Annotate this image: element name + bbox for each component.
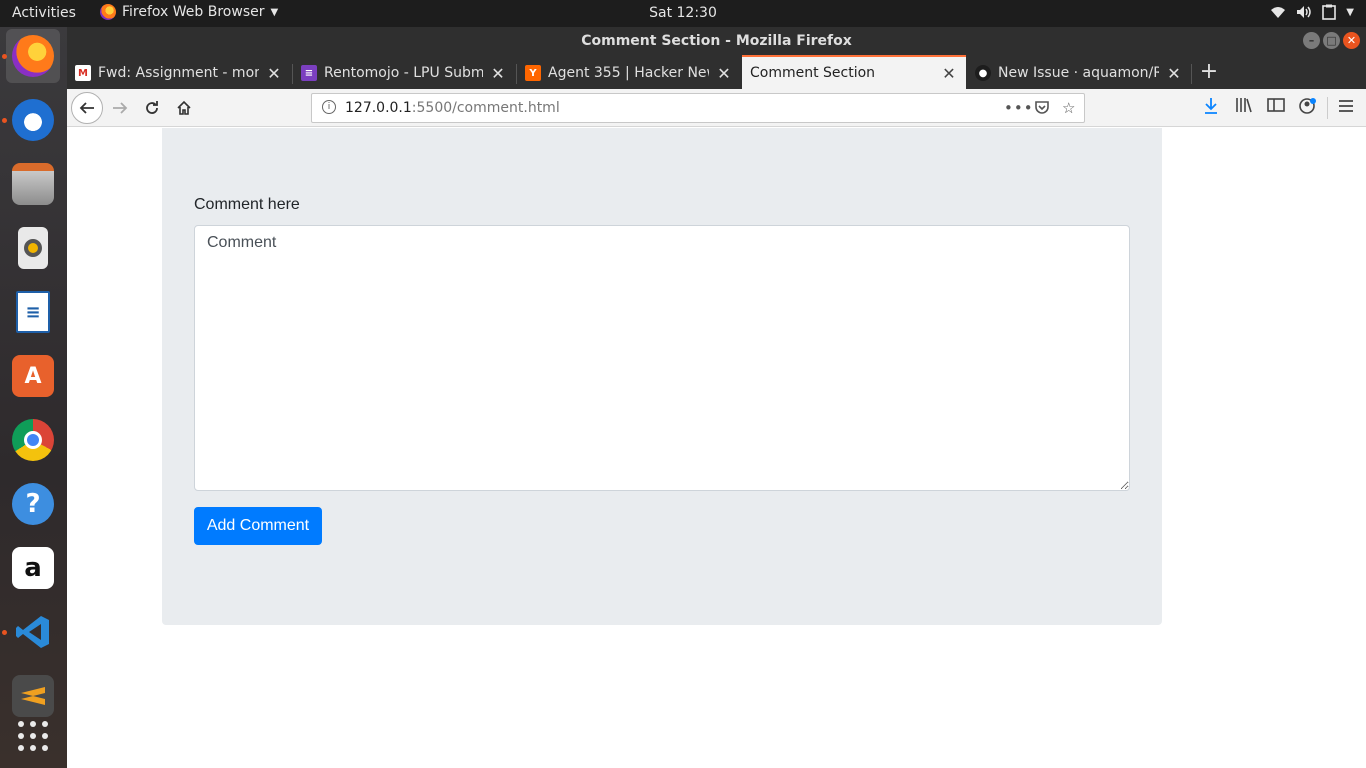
- menu-button[interactable]: [1335, 97, 1357, 119]
- tab-label: New Issue · aquamon/Re: [998, 65, 1159, 81]
- close-tab-icon[interactable]: ✕: [715, 64, 733, 83]
- speaker-icon: [18, 227, 48, 269]
- app-menu-label: Firefox Web Browser: [122, 4, 265, 20]
- activities-button[interactable]: Activities: [12, 5, 76, 21]
- page-viewport: Comment here Add Comment: [67, 128, 1366, 768]
- close-tab-icon[interactable]: ✕: [265, 64, 283, 83]
- dock-vscode[interactable]: [6, 605, 60, 659]
- arrow-left-icon: [79, 102, 94, 114]
- dock-help[interactable]: ?: [6, 477, 60, 531]
- vscode-icon: [12, 611, 54, 653]
- forward-button[interactable]: [105, 93, 135, 123]
- github-icon: ●: [975, 65, 991, 81]
- file-cabinet-icon: [12, 163, 54, 205]
- hamburger-icon: [1339, 100, 1353, 112]
- dock-files[interactable]: [6, 157, 60, 211]
- tab-github[interactable]: ● New Issue · aquamon/Re ✕: [967, 57, 1191, 89]
- dock-firefox[interactable]: [6, 29, 60, 83]
- window-title-bar: Comment Section - Mozilla Firefox – □ ✕: [67, 27, 1366, 55]
- comment-label: Comment here: [194, 196, 300, 213]
- tab-label: Agent 355 | Hacker News: [548, 65, 709, 81]
- close-tab-icon[interactable]: ✕: [940, 64, 958, 83]
- window-title: Comment Section - Mozilla Firefox: [581, 33, 852, 49]
- gnome-top-bar: Activities Firefox Web Browser ▼ Sat 12:…: [0, 0, 1366, 27]
- url-path: :5500/comment.html: [411, 100, 560, 116]
- library-icon: [1236, 98, 1252, 113]
- back-button[interactable]: [71, 92, 103, 124]
- account-button[interactable]: [1297, 97, 1319, 119]
- forms-icon: ≡: [301, 65, 317, 81]
- navigation-toolbar: i 127.0.0.1:5500/comment.html ••• ☆: [67, 89, 1366, 127]
- running-indicator: [2, 118, 7, 123]
- dock-libreoffice-writer[interactable]: ≡: [6, 285, 60, 339]
- account-icon: [1299, 98, 1316, 114]
- clipboard-icon: [1322, 4, 1337, 20]
- bookmark-star-icon[interactable]: ☆: [1062, 99, 1075, 117]
- help-icon: ?: [12, 483, 54, 525]
- home-icon: [177, 100, 191, 115]
- download-icon: [1205, 98, 1217, 114]
- system-tray[interactable]: ▼: [1270, 4, 1354, 20]
- caret-down-icon: ▼: [270, 6, 279, 18]
- new-tab-button[interactable]: +: [1197, 59, 1221, 85]
- running-indicator: [2, 630, 7, 635]
- pocket-icon[interactable]: [1034, 99, 1050, 119]
- close-window-button[interactable]: ✕: [1343, 32, 1360, 49]
- clock[interactable]: Sat 12:30: [649, 5, 717, 21]
- tab-label: Fwd: Assignment - mona: [98, 65, 259, 81]
- reload-button[interactable]: [137, 93, 167, 123]
- gmail-icon: M: [75, 65, 91, 81]
- close-tab-icon[interactable]: ✕: [489, 64, 507, 83]
- dock-software-center[interactable]: A: [6, 349, 60, 403]
- sidebar-icon: [1267, 98, 1285, 112]
- tab-hacker-news[interactable]: Y Agent 355 | Hacker News ✕: [517, 57, 741, 89]
- downloads-button[interactable]: [1200, 97, 1222, 119]
- tab-strip: M Fwd: Assignment - mona ✕ ≡ Rentomojo -…: [67, 55, 1366, 89]
- shopping-bag-icon: A: [12, 355, 54, 397]
- sidebar-button[interactable]: [1265, 97, 1287, 119]
- firefox-icon: [100, 4, 116, 20]
- tab-gmail[interactable]: M Fwd: Assignment - mona ✕: [67, 57, 291, 89]
- close-tab-icon[interactable]: ✕: [1165, 64, 1183, 83]
- dock-rhythmbox[interactable]: [6, 221, 60, 275]
- volume-icon: [1297, 6, 1312, 18]
- tab-label: Comment Section: [750, 65, 876, 81]
- page-actions-icon[interactable]: •••: [1004, 99, 1034, 117]
- minimize-button[interactable]: –: [1303, 32, 1320, 49]
- show-applications-button[interactable]: [6, 709, 60, 763]
- plus-icon: +: [1199, 59, 1219, 84]
- url-host: 127.0.0.1: [345, 100, 412, 116]
- tab-separator: [1191, 64, 1192, 84]
- thunderbird-icon: [12, 99, 54, 141]
- running-indicator: [2, 54, 7, 59]
- grid-icon: [18, 721, 48, 751]
- maximize-button[interactable]: □: [1323, 32, 1340, 49]
- chrome-icon: [12, 419, 54, 461]
- dock-chrome[interactable]: [6, 413, 60, 467]
- add-comment-button[interactable]: Add Comment: [194, 507, 322, 545]
- tab-comment-section[interactable]: Comment Section ✕: [742, 55, 966, 89]
- tab-label: Rentomojo - LPU Submis: [324, 65, 483, 81]
- hacker-news-icon: Y: [525, 65, 541, 81]
- dock-amazon[interactable]: a: [6, 541, 60, 595]
- app-menu[interactable]: Firefox Web Browser ▼: [100, 4, 278, 20]
- home-button[interactable]: [169, 93, 199, 123]
- url-bar[interactable]: i 127.0.0.1:5500/comment.html ••• ☆: [311, 93, 1085, 123]
- comment-textarea[interactable]: [194, 225, 1130, 491]
- arrow-right-icon: [113, 102, 128, 114]
- dock-thunderbird[interactable]: [6, 93, 60, 147]
- caret-down-icon: ▼: [1346, 6, 1354, 18]
- wifi-icon: [1271, 7, 1286, 18]
- document-icon: ≡: [16, 291, 50, 333]
- comment-card: Comment here Add Comment: [162, 128, 1162, 625]
- amazon-icon: a: [12, 547, 54, 589]
- tab-rentomojo[interactable]: ≡ Rentomojo - LPU Submis ✕: [293, 57, 515, 89]
- url-text: 127.0.0.1:5500/comment.html: [345, 100, 560, 116]
- site-info-icon[interactable]: i: [322, 100, 336, 114]
- library-button[interactable]: [1233, 97, 1255, 119]
- firefox-icon: [12, 35, 54, 77]
- reload-icon: [146, 101, 158, 114]
- ubuntu-dock: ≡ A ? a: [0, 27, 67, 768]
- toolbar-separator: [1327, 97, 1328, 119]
